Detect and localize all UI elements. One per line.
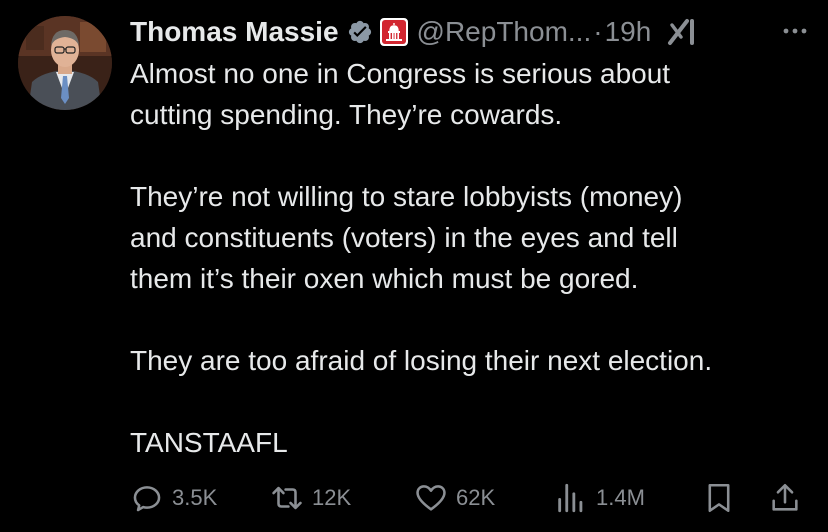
bookmark-button[interactable] xyxy=(702,476,736,520)
retweet-count: 12K xyxy=(312,485,352,510)
share-button[interactable] xyxy=(768,476,802,520)
more-icon[interactable] xyxy=(780,18,810,44)
reply-count: 3.5K xyxy=(172,485,218,510)
views-icon xyxy=(558,483,583,513)
retweet-button[interactable]: 12K xyxy=(270,476,351,520)
author-handle[interactable]: @RepThom... xyxy=(417,16,592,48)
reply-button[interactable]: 3.5K xyxy=(130,476,217,520)
like-count: 62K xyxy=(456,485,496,510)
tweet-line: Almost no one in Congress is serious abo… xyxy=(130,58,671,89)
tweet-line: and constituents (voters) in the eyes an… xyxy=(130,222,678,253)
action-bar: 3.5K 12K 62K 1.4M xyxy=(130,476,810,520)
tweet-line: TANSTAAFL xyxy=(130,427,288,458)
like-button[interactable]: 62K xyxy=(414,476,495,520)
tweet-line: They’re not willing to stare lobbyists (… xyxy=(130,181,683,212)
tweet-line: They are too afraid of losing their next… xyxy=(130,345,713,376)
verified-badge-icon[interactable] xyxy=(347,19,373,45)
views-count: 1.4M xyxy=(596,485,645,510)
views-button[interactable]: 1.4M xyxy=(554,476,645,520)
grok-icon[interactable] xyxy=(667,17,701,47)
post-time[interactable]: 19h xyxy=(605,16,652,48)
avatar[interactable] xyxy=(18,16,112,110)
bookmark-icon xyxy=(708,483,730,513)
reply-icon xyxy=(133,486,161,512)
tweet-line: cutting spending. They’re cowards. xyxy=(130,99,563,130)
tweet-text: Almost no one in Congress is serious abo… xyxy=(130,53,820,463)
header-separator: · xyxy=(593,16,603,47)
tweet: Thomas Massie @RepThom... · 19h Almost n… xyxy=(0,0,828,532)
retweet-icon xyxy=(272,486,302,510)
profile-photo xyxy=(18,16,112,110)
tweet-line: them it’s their oxen which must be gored… xyxy=(130,263,639,294)
tweet-header: Thomas Massie @RepThom... · 19h xyxy=(130,12,810,52)
share-icon xyxy=(772,483,798,511)
author-name[interactable]: Thomas Massie xyxy=(130,16,339,48)
capitol-badge-icon[interactable] xyxy=(379,17,409,47)
heart-icon xyxy=(416,485,446,511)
